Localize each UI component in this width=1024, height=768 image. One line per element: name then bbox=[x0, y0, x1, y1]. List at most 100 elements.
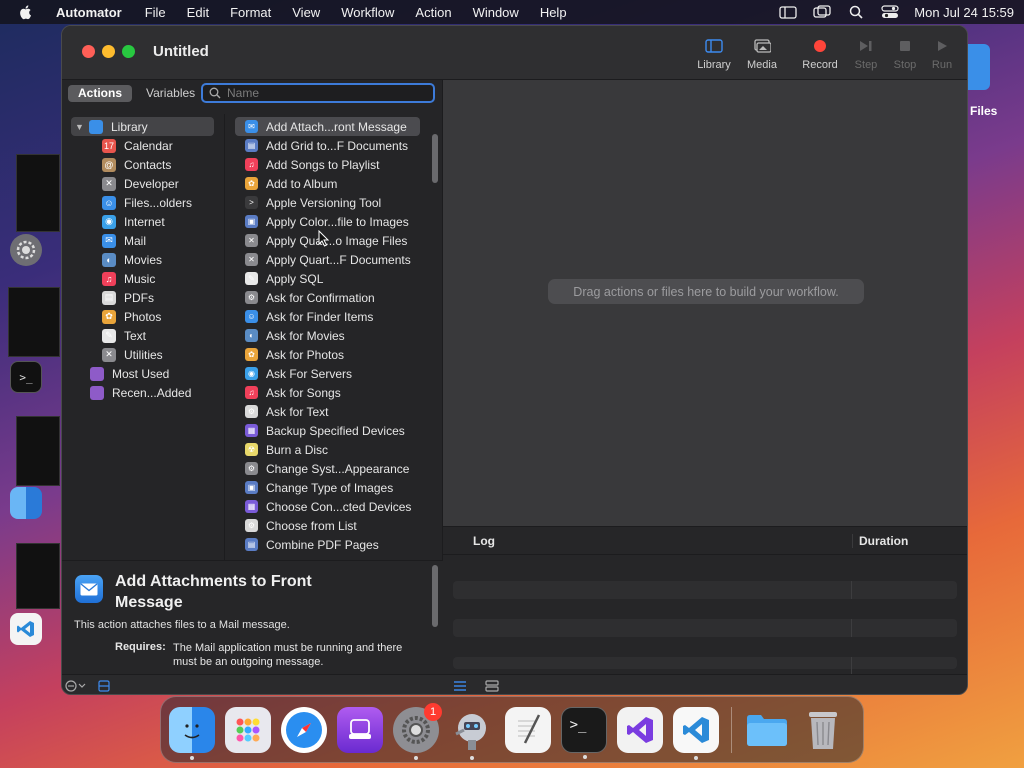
search-field[interactable] bbox=[201, 83, 435, 103]
smart-group-item[interactable]: Recen...Added bbox=[62, 383, 224, 402]
sidebar-toggle-icon[interactable] bbox=[778, 5, 798, 19]
action-menu-icon[interactable] bbox=[65, 679, 87, 693]
action-list-item[interactable]: ✉ Add Attach...ront Message bbox=[235, 117, 420, 136]
visual-studio-dock-icon[interactable] bbox=[617, 706, 663, 753]
desktop-window-thumbnail[interactable] bbox=[8, 287, 60, 357]
menu-app-name[interactable]: Automator bbox=[56, 5, 122, 20]
record-toolbar-label: Record bbox=[802, 59, 838, 71]
action-list-item[interactable]: ✎ Apply SQL bbox=[225, 269, 430, 288]
menubar-clock[interactable]: Mon Jul 24 15:59 bbox=[914, 5, 1014, 20]
spotlight-search-icon[interactable] bbox=[846, 5, 866, 19]
desktop-window-thumbnail[interactable] bbox=[16, 154, 60, 232]
action-label: Combine PDF Pages bbox=[266, 537, 379, 552]
library-item-music[interactable]: ♫ Music bbox=[62, 269, 224, 288]
list-view-icon[interactable] bbox=[453, 679, 467, 693]
textedit-dock-icon[interactable] bbox=[505, 706, 551, 753]
library-item-internet[interactable]: ◉ Internet bbox=[62, 212, 224, 231]
description-toggle-icon[interactable] bbox=[98, 679, 110, 693]
trash-dock-icon[interactable] bbox=[800, 707, 846, 753]
preview-icon: ▣ bbox=[245, 481, 258, 494]
action-list-item[interactable]: ▤ Combine PDF Pages bbox=[225, 535, 430, 554]
smart-group-item[interactable]: Most Used bbox=[62, 364, 224, 383]
minimize-window-button[interactable] bbox=[102, 45, 115, 58]
folder-dock-icon[interactable] bbox=[744, 707, 790, 753]
system-settings-desktop-icon[interactable] bbox=[10, 234, 42, 266]
workflow-view-icon[interactable] bbox=[485, 679, 499, 693]
disclosure-chevron-icon[interactable]: ▼ bbox=[75, 122, 85, 132]
tab-actions[interactable]: Actions bbox=[68, 85, 133, 102]
action-list-item[interactable]: ♫ Ask for Songs bbox=[225, 383, 430, 402]
safari-dock-icon[interactable] bbox=[281, 706, 327, 753]
terminal-dock-icon[interactable]: >_ bbox=[561, 706, 607, 759]
run-toolbar-button[interactable]: Run bbox=[917, 37, 967, 75]
workflow-area[interactable]: Drag actions or files here to build your… bbox=[443, 80, 967, 526]
actions-scrollbar[interactable] bbox=[432, 134, 438, 183]
action-list-item[interactable]: ⚙ Ask for Confirmation bbox=[225, 288, 430, 307]
close-window-button[interactable] bbox=[82, 45, 95, 58]
action-list-item[interactable]: ⚙ Ask for Text bbox=[225, 402, 430, 421]
action-list-item[interactable]: > Apple Versioning Tool bbox=[225, 193, 430, 212]
library-item-files-olders[interactable]: ☺ Files...olders bbox=[62, 193, 224, 212]
library-item-developer[interactable]: ✕ Developer bbox=[62, 174, 224, 193]
files-desktop-label[interactable]: Files bbox=[970, 104, 997, 118]
finder-dock-icon[interactable] bbox=[169, 706, 215, 760]
desktop-window-thumbnail[interactable] bbox=[16, 416, 60, 486]
action-list-item[interactable]: ☺ Ask for Finder Items bbox=[225, 307, 430, 326]
menu-action[interactable]: Action bbox=[415, 5, 451, 20]
library-item-mail[interactable]: ✉ Mail bbox=[62, 231, 224, 250]
files-folder-desktop-icon[interactable] bbox=[968, 44, 990, 90]
apple-icon[interactable] bbox=[18, 4, 34, 20]
menu-edit[interactable]: Edit bbox=[187, 5, 209, 20]
menu-format[interactable]: Format bbox=[230, 5, 271, 20]
media-toolbar-button[interactable]: Media bbox=[737, 37, 787, 75]
menu-workflow[interactable]: Workflow bbox=[341, 5, 394, 20]
menu-file[interactable]: File bbox=[145, 5, 166, 20]
library-root-item[interactable]: ▼ Library bbox=[71, 117, 214, 136]
library-item-contacts[interactable]: @ Contacts bbox=[62, 155, 224, 174]
action-list-item[interactable]: ▣ Apply Color...file to Images bbox=[225, 212, 430, 231]
action-list-item[interactable]: ▤ Add Grid to...F Documents bbox=[225, 136, 430, 155]
action-list-item[interactable]: ◉ Ask For Servers bbox=[225, 364, 430, 383]
folder-icon bbox=[90, 385, 104, 400]
menu-help[interactable]: Help bbox=[540, 5, 567, 20]
action-list-item[interactable]: ✿ Add to Album bbox=[225, 174, 430, 193]
log-column-header[interactable]: Log bbox=[443, 533, 853, 548]
podcasts-dock-icon[interactable] bbox=[337, 706, 383, 753]
action-list-item[interactable]: ▦ Choose Con...cted Devices bbox=[225, 497, 430, 516]
search-input[interactable] bbox=[227, 86, 407, 100]
control-center-icon[interactable] bbox=[880, 5, 900, 19]
requires-text: The Mail application must be running and… bbox=[173, 642, 403, 668]
screen-mirroring-icon[interactable] bbox=[812, 5, 832, 19]
library-item-text[interactable]: ✎ Text bbox=[62, 326, 224, 345]
action-list-item[interactable]: ◐ Ask for Movies bbox=[225, 326, 430, 345]
library-item-utilities[interactable]: ✕ Utilities bbox=[62, 345, 224, 364]
library-item-photos[interactable]: ✿ Photos bbox=[62, 307, 224, 326]
library-item-pdfs[interactable]: ▤ PDFs bbox=[62, 288, 224, 307]
library-item-calendar[interactable]: 17 Calendar bbox=[62, 136, 224, 155]
menu-window[interactable]: Window bbox=[473, 5, 519, 20]
action-list-item[interactable]: ⚙ Choose from List bbox=[225, 516, 430, 535]
record-toolbar-button[interactable]: Record bbox=[795, 37, 845, 75]
action-list-item[interactable]: ▦ Backup Specified Devices bbox=[225, 421, 430, 440]
tab-variables[interactable]: Variables bbox=[136, 85, 205, 102]
zoom-window-button[interactable] bbox=[122, 45, 135, 58]
library-item-movies[interactable]: ◐ Movies bbox=[62, 250, 224, 269]
finder-desktop-icon[interactable] bbox=[10, 487, 42, 519]
vscode-desktop-icon[interactable] bbox=[10, 613, 42, 645]
duration-column-header[interactable]: Duration bbox=[853, 534, 908, 548]
action-list-item[interactable]: ☢ Burn a Disc bbox=[225, 440, 430, 459]
vscode-dock-icon[interactable] bbox=[673, 706, 719, 760]
library-toolbar-button[interactable]: Library bbox=[689, 37, 739, 75]
action-list-item[interactable]: ⚙ Change Syst...Appearance bbox=[225, 459, 430, 478]
system-settings-dock-icon[interactable]: 1 bbox=[393, 702, 442, 760]
action-list-item[interactable]: ✿ Ask for Photos bbox=[225, 345, 430, 364]
action-list-item[interactable]: ▣ Change Type of Images bbox=[225, 478, 430, 497]
action-list-item[interactable]: ♫ Add Songs to Playlist bbox=[225, 155, 430, 174]
description-scrollbar[interactable] bbox=[432, 565, 438, 627]
terminal-desktop-icon[interactable]: >_ bbox=[10, 361, 42, 393]
launchpad-dock-icon[interactable] bbox=[225, 706, 271, 753]
automator-dock-icon[interactable] bbox=[449, 707, 495, 760]
action-list-item[interactable]: ✕ Apply Quart...F Documents bbox=[225, 250, 430, 269]
menu-view[interactable]: View bbox=[292, 5, 320, 20]
desktop-window-thumbnail[interactable] bbox=[16, 543, 60, 609]
